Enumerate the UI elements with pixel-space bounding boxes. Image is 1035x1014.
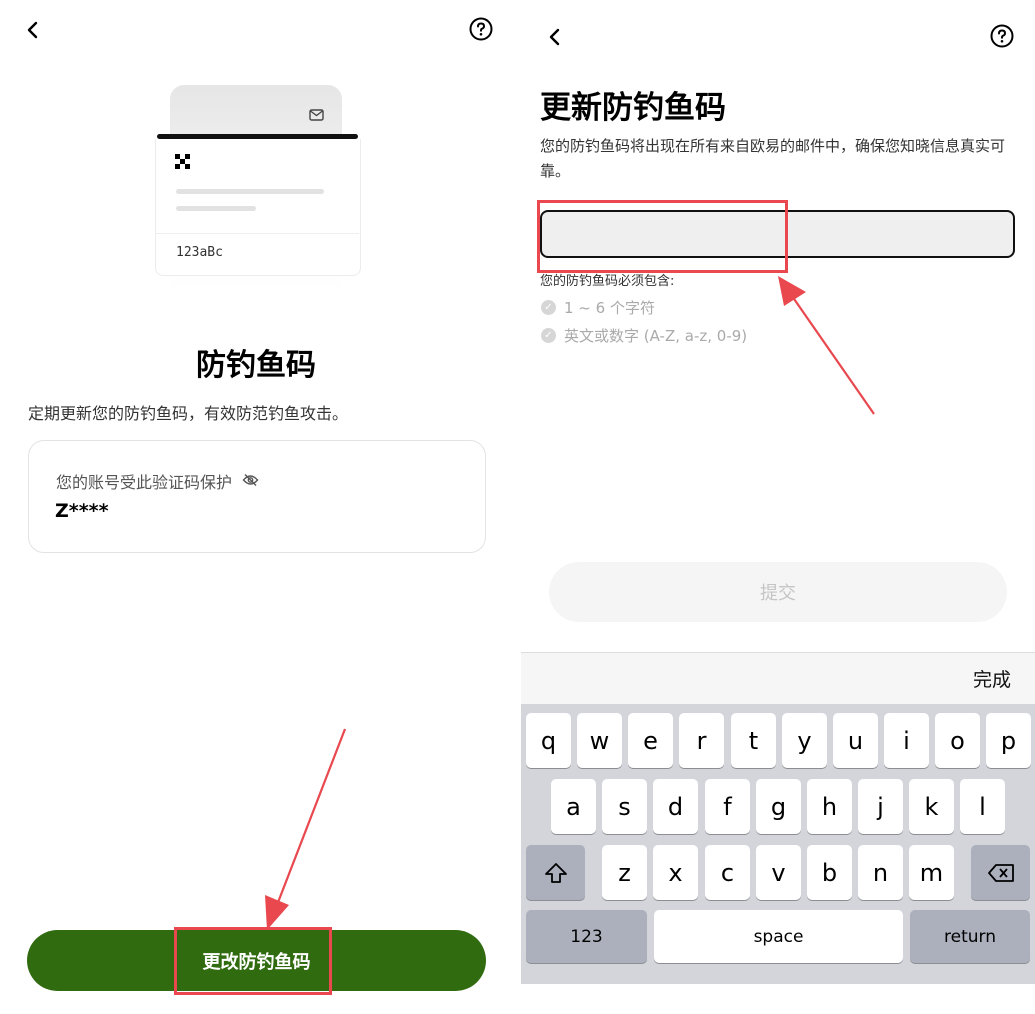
return-key[interactable]: return	[910, 910, 1030, 963]
key-a[interactable]: a	[551, 779, 596, 834]
key-h[interactable]: h	[807, 779, 852, 834]
annotation-arrow	[265, 728, 347, 930]
requirement-item: ✓ 1 ~ 6 个字符	[541, 297, 655, 318]
annotation-arrow	[778, 276, 875, 415]
help-icon[interactable]	[990, 24, 1014, 48]
illustration-text-line	[176, 189, 324, 194]
key-l[interactable]: l	[960, 779, 1005, 834]
key-e[interactable]: e	[628, 713, 673, 768]
key-o[interactable]: o	[935, 713, 980, 768]
check-icon: ✓	[541, 328, 556, 343]
requirement-text: 1 ~ 6 个字符	[564, 299, 655, 317]
page-title: 更新防钓鱼码	[540, 90, 726, 126]
keyboard-toolbar: 完成	[521, 652, 1035, 705]
key-t[interactable]: t	[731, 713, 776, 768]
annotation-highlight-box	[174, 927, 332, 995]
key-f[interactable]: f	[705, 779, 750, 834]
shift-icon	[544, 862, 567, 883]
done-button[interactable]: 完成	[973, 665, 1011, 692]
backspace-key[interactable]	[971, 845, 1030, 900]
backspace-icon	[987, 863, 1014, 882]
protect-card	[28, 440, 486, 553]
back-icon[interactable]	[547, 27, 561, 47]
key-n[interactable]: n	[858, 845, 903, 900]
page-description: 定期更新您的防钓鱼码，有效防范钓鱼攻击。	[28, 404, 349, 423]
key-m[interactable]: m	[909, 845, 954, 900]
requirements-title: 您的防钓鱼码必须包含:	[540, 274, 675, 289]
key-c[interactable]: c	[705, 845, 750, 900]
requirement-text: 英文或数字 (A-Z, a-z, 0-9)	[564, 327, 748, 345]
key-x[interactable]: x	[653, 845, 698, 900]
page-description: 您的防钓鱼码将出现在所有来自欧易的邮件中，确保您知晓信息真实可靠。	[540, 137, 1006, 180]
back-icon[interactable]	[25, 20, 39, 40]
illustration-code: 123aBc	[176, 245, 223, 260]
annotation-highlight-box	[537, 200, 788, 273]
protect-label-text: 您的账号受此验证码保护	[56, 473, 233, 492]
key-y[interactable]: y	[782, 713, 827, 768]
submit-button-label: 提交	[760, 583, 796, 604]
okx-logo-icon	[175, 154, 190, 173]
key-p[interactable]: p	[986, 713, 1031, 768]
submit-button[interactable]: 提交	[549, 562, 1007, 622]
numbers-key[interactable]: 123	[526, 910, 647, 963]
keyboard: q w e r t y u i o p a s d f g h j k l z …	[521, 704, 1035, 984]
requirement-item: ✓ 英文或数字 (A-Z, a-z, 0-9)	[541, 325, 747, 346]
protect-value: Z****	[55, 500, 109, 522]
key-w[interactable]: w	[577, 713, 622, 768]
illustration-text-line	[176, 206, 256, 211]
key-q[interactable]: q	[526, 713, 571, 768]
key-g[interactable]: g	[756, 779, 801, 834]
protect-label: 您的账号受此验证码保护	[56, 469, 259, 493]
key-k[interactable]: k	[909, 779, 954, 834]
shift-key[interactable]	[526, 845, 585, 900]
key-j[interactable]: j	[858, 779, 903, 834]
page-title: 防钓鱼码	[196, 348, 316, 383]
key-v[interactable]: v	[756, 845, 801, 900]
check-icon: ✓	[541, 300, 556, 315]
key-i[interactable]: i	[884, 713, 929, 768]
eye-off-icon[interactable]	[242, 472, 259, 491]
key-d[interactable]: d	[653, 779, 698, 834]
key-u[interactable]: u	[833, 713, 878, 768]
key-z[interactable]: z	[602, 845, 647, 900]
key-s[interactable]: s	[602, 779, 647, 834]
illustration-divider	[155, 233, 359, 234]
space-key[interactable]: space	[654, 910, 903, 963]
mail-icon	[309, 106, 324, 125]
key-r[interactable]: r	[679, 713, 724, 768]
help-icon[interactable]	[469, 17, 493, 41]
key-b[interactable]: b	[807, 845, 852, 900]
